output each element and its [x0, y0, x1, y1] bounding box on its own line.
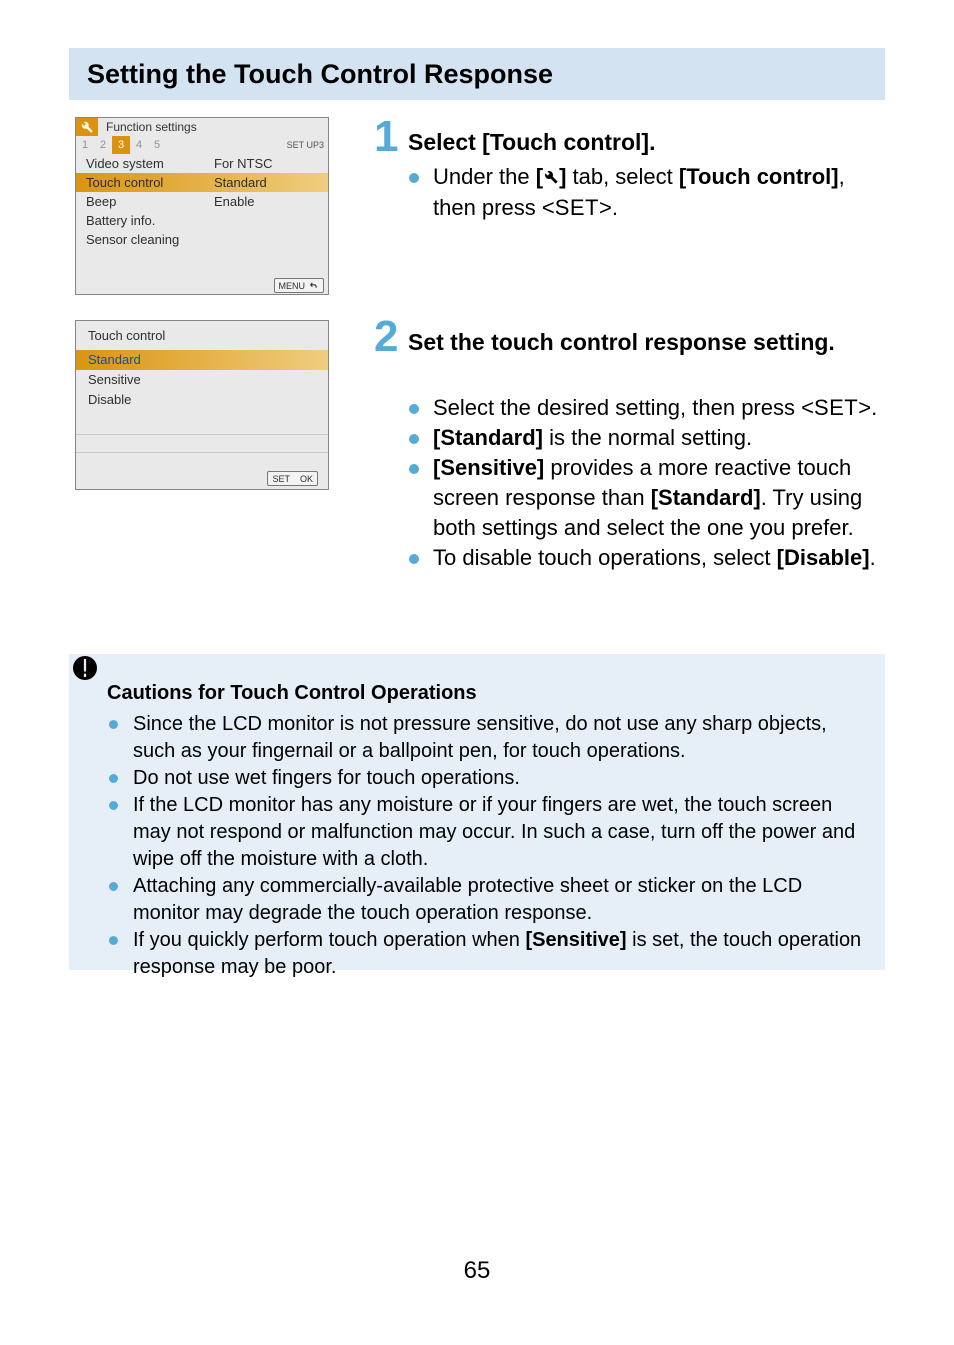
menu-tab-label: Function settings: [98, 118, 328, 136]
menu-back-button: MENU: [274, 278, 325, 293]
caution-item: Since the LCD monitor is not pressure se…: [107, 711, 867, 765]
text: To disable touch operations, select: [433, 545, 777, 570]
submenu-footer: SET OK: [76, 468, 328, 489]
section-title: Setting the Touch Control Response: [69, 59, 553, 90]
camera-menu-screenshot-1: Function settings 1 2 3 4 5 SET UP3 Vide…: [75, 117, 329, 295]
menu-tabstrip: Function settings: [76, 118, 328, 136]
menu-row-value: [214, 211, 328, 230]
tab-num: 5: [148, 136, 166, 154]
wrench-icon: [543, 163, 559, 193]
tab-num: 2: [94, 136, 112, 154]
text: Attaching any commercially-available pro…: [133, 875, 802, 924]
menu-row-label: Video system: [86, 154, 214, 173]
section-title-bar: Setting the Touch Control Response: [69, 48, 885, 100]
page-number: 65: [0, 1257, 954, 1285]
wrench-tab-icon: [76, 118, 98, 136]
menu-row-label: Touch control: [86, 173, 214, 192]
text-bold: [Standard]: [651, 485, 761, 510]
caution-item: Do not use wet fingers for touch operati…: [107, 765, 867, 792]
step-2-bullet-2: [Standard] is the normal setting.: [433, 423, 885, 453]
step-1-heading: Select [Touch control].: [408, 126, 655, 158]
text: If you quickly perform touch operation w…: [133, 929, 525, 951]
bullet-icon: [409, 554, 419, 564]
step-1-body: Under the [] tab, select [Touch control]…: [433, 162, 873, 223]
caution-title: Cautions for Touch Control Operations: [107, 680, 867, 707]
caution-item: If you quickly perform touch operation w…: [107, 927, 867, 981]
text: Select the desired setting, then press <: [433, 395, 814, 420]
submenu-title: Touch control: [76, 321, 328, 350]
ok-label: OK: [300, 474, 313, 484]
return-icon: [308, 281, 319, 290]
bullet-icon: [409, 434, 419, 444]
step-number-2: 2: [374, 312, 398, 362]
step-2-body: Select the desired setting, then press <…: [433, 393, 885, 573]
text: is the normal setting.: [543, 425, 752, 450]
caution-item: If the LCD monitor has any moisture or i…: [107, 792, 867, 873]
submenu-option: Sensitive: [76, 370, 328, 390]
menu-row: Sensor cleaning: [76, 230, 328, 249]
text: Since the LCD monitor is not pressure se…: [133, 713, 827, 762]
step-1-bullet-1: Under the [] tab, select [Touch control]…: [433, 162, 873, 223]
step-2-heading: Set the touch control response setting.: [408, 326, 868, 358]
camera-menu-screenshot-2: Touch control Standard Sensitive Disable…: [75, 320, 329, 490]
text-bold: [Disable]: [777, 545, 870, 570]
text-bold: [Sensitive]: [433, 455, 544, 480]
set-glyph: SET: [814, 395, 858, 420]
menu-footer: MENU: [76, 277, 328, 294]
bullet-icon: [409, 464, 419, 474]
step-2-bullet-4: To disable touch operations, select [Dis…: [433, 543, 885, 573]
set-label: SET: [272, 474, 290, 484]
text: Do not use wet fingers for touch operati…: [133, 767, 520, 789]
menu-row: Battery info.: [76, 211, 328, 230]
bullet-icon: [409, 404, 419, 414]
caution-item: Attaching any commercially-available pro…: [107, 873, 867, 927]
menu-row-value: Enable: [214, 192, 328, 211]
menu-row-selected: Touch control Standard: [76, 173, 328, 192]
text: >.: [858, 395, 877, 420]
menu-back-label: MENU: [279, 281, 306, 291]
menu-setup-label: SET UP3: [287, 136, 328, 154]
submenu-option: Disable: [76, 390, 328, 410]
menu-tab-numbers: 1 2 3 4 5 SET UP3: [76, 136, 328, 154]
step-2-bullet-1: Select the desired setting, then press <…: [433, 393, 885, 423]
text: Under the: [433, 164, 536, 189]
step-number-1: 1: [374, 112, 398, 162]
menu-row-value: For NTSC: [214, 154, 328, 173]
submenu-option-selected: Standard: [76, 350, 328, 370]
caution-box: Cautions for Touch Control Operations Si…: [69, 654, 885, 970]
caution-list: Since the LCD monitor is not pressure se…: [107, 711, 867, 981]
tab-num: 1: [76, 136, 94, 154]
text: >.: [599, 195, 618, 220]
text: .: [870, 545, 876, 570]
menu-list: Video system For NTSC Touch control Stan…: [76, 154, 328, 249]
menu-row: Beep Enable: [76, 192, 328, 211]
text-bold: [Touch control]: [679, 164, 839, 189]
menu-row-value: Standard: [214, 173, 328, 192]
text: tab, select: [566, 164, 679, 189]
tab-num: 4: [130, 136, 148, 154]
text: If the LCD monitor has any moisture or i…: [133, 794, 855, 870]
step-2-bullet-3: [Sensitive] provides a more reactive tou…: [433, 453, 885, 543]
caution-content: Cautions for Touch Control Operations Si…: [107, 680, 867, 981]
text-bold: [Standard]: [433, 425, 543, 450]
set-glyph: SET: [555, 195, 599, 220]
menu-row-value: [214, 230, 328, 249]
menu-row-label: Battery info.: [86, 211, 214, 230]
caution-icon: [73, 656, 97, 680]
bullet-icon: [409, 173, 419, 183]
tab-num-active: 3: [112, 136, 130, 154]
menu-row-label: Beep: [86, 192, 214, 211]
manual-page: Setting the Touch Control Response Funct…: [0, 0, 954, 1345]
menu-row-label: Sensor cleaning: [86, 230, 214, 249]
text-bold: [Sensitive]: [525, 929, 626, 951]
submenu-set-ok-button: SET OK: [267, 471, 318, 486]
menu-row: Video system For NTSC: [76, 154, 328, 173]
